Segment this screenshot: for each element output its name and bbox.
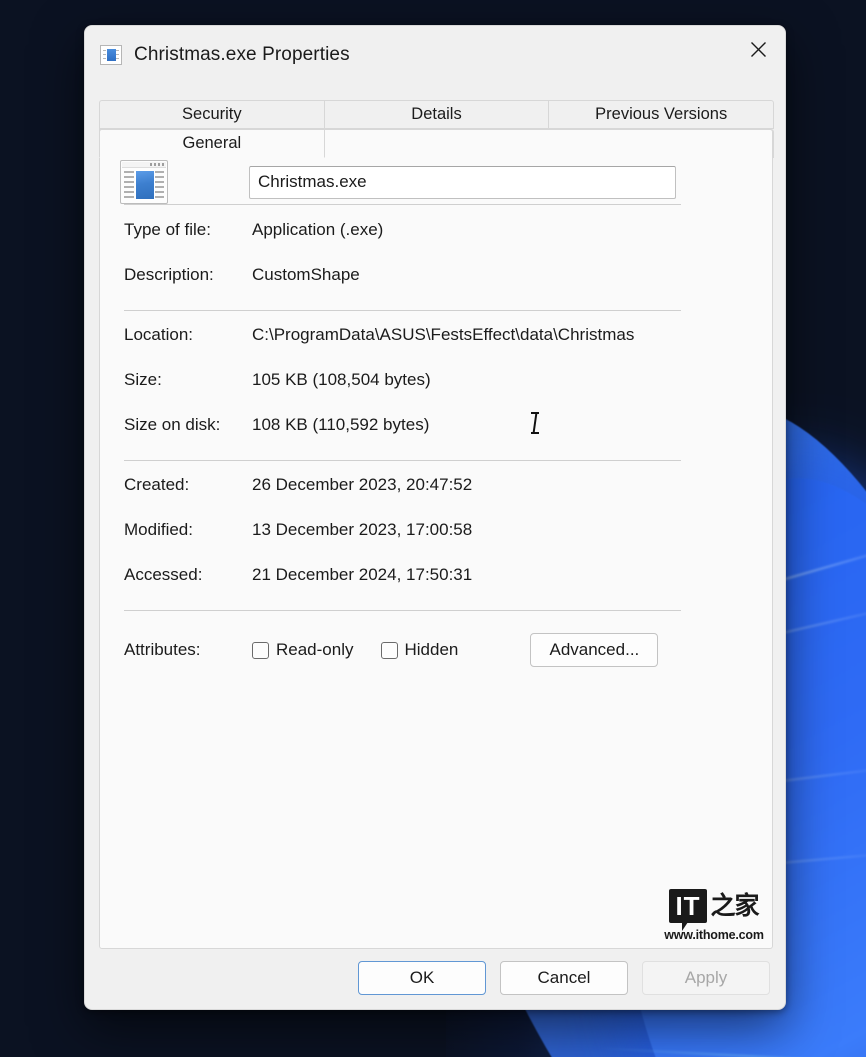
ok-button-label: OK <box>410 968 435 988</box>
row-value: 26 December 2023, 20:47:52 <box>252 475 472 495</box>
row-value: 13 December 2023, 17:00:58 <box>252 520 472 540</box>
row-label: Modified: <box>124 520 252 540</box>
file-type-group: Type of file: Application (.exe) Descrip… <box>100 205 772 310</box>
checkbox-box-icon <box>252 642 269 659</box>
watermark-logo: IT 之家 <box>662 889 766 923</box>
info-row-size: Size: 105 KB (108,504 bytes) <box>124 370 772 415</box>
row-label: Description: <box>124 265 252 285</box>
checkbox-box-icon <box>381 642 398 659</box>
window-title: Christmas.exe Properties <box>134 44 350 66</box>
info-row-description: Description: CustomShape <box>124 265 772 310</box>
ithome-watermark: IT 之家 www.ithome.com <box>662 889 766 942</box>
dialog-button-bar: OK Cancel Apply <box>85 947 785 1009</box>
exe-file-icon <box>120 160 168 204</box>
cancel-button[interactable]: Cancel <box>500 961 628 995</box>
title-bar[interactable]: Christmas.exe Properties <box>85 26 785 84</box>
apply-button-label: Apply <box>685 968 728 988</box>
properties-dialog: Christmas.exe Properties Security Detail… <box>84 25 786 1010</box>
apply-button: Apply <box>642 961 770 995</box>
file-name-input[interactable]: Christmas.exe <box>249 166 676 199</box>
info-row-type-of-file: Type of file: Application (.exe) <box>124 220 772 265</box>
file-dates-group: Created: 26 December 2023, 20:47:52 Modi… <box>100 461 772 610</box>
tab-label: Details <box>411 105 461 124</box>
row-label: Location: <box>124 325 252 345</box>
attributes-label: Attributes: <box>124 640 252 660</box>
row-value: C:\ProgramData\ASUS\FestsEffect\data\Chr… <box>252 325 634 345</box>
row-value: CustomShape <box>252 265 360 285</box>
checkbox-hidden[interactable]: Hidden <box>381 640 459 660</box>
row-label: Created: <box>124 475 252 495</box>
row-value: 105 KB (108,504 bytes) <box>252 370 431 390</box>
tab-label: Security <box>182 105 242 124</box>
watermark-it-mark: IT <box>669 889 706 923</box>
attributes-row: Attributes: Read-only Hidden Advanced... <box>100 611 772 667</box>
row-value: 21 December 2024, 17:50:31 <box>252 565 472 585</box>
row-label: Size on disk: <box>124 415 252 435</box>
advanced-button-label: Advanced... <box>549 640 639 660</box>
tab-general[interactable]: General <box>99 129 325 158</box>
watermark-url: www.ithome.com <box>662 928 766 942</box>
file-location-group: Location: C:\ProgramData\ASUS\FestsEffec… <box>100 311 772 460</box>
row-label: Size: <box>124 370 252 390</box>
tab-security[interactable]: Security <box>99 100 325 129</box>
watermark-cn-mark: 之家 <box>711 891 759 921</box>
checkbox-label: Hidden <box>405 640 459 660</box>
row-value: 108 KB (110,592 bytes) <box>252 415 429 435</box>
info-row-location: Location: C:\ProgramData\ASUS\FestsEffec… <box>124 325 772 370</box>
info-row-modified: Modified: 13 December 2023, 17:00:58 <box>124 520 772 565</box>
advanced-button[interactable]: Advanced... <box>530 633 658 667</box>
tab-previous-versions[interactable]: Previous Versions <box>548 100 774 129</box>
info-row-accessed: Accessed: 21 December 2024, 17:50:31 <box>124 565 772 610</box>
file-name-value: Christmas.exe <box>258 172 367 192</box>
checkbox-label: Read-only <box>276 640 354 660</box>
checkbox-read-only[interactable]: Read-only <box>252 640 354 660</box>
info-row-size-on-disk: Size on disk: 108 KB (110,592 bytes) <box>124 415 772 460</box>
close-icon[interactable] <box>731 26 785 72</box>
tab-details[interactable]: Details <box>324 100 550 129</box>
row-value: Application (.exe) <box>252 220 383 240</box>
ok-button[interactable]: OK <box>358 961 486 995</box>
tab-row-top: Security Details Previous Versions <box>99 100 773 129</box>
info-row-created: Created: 26 December 2023, 20:47:52 <box>124 475 772 520</box>
row-label: Accessed: <box>124 565 252 585</box>
application-window-icon <box>100 45 122 65</box>
general-tab-panel: Christmas.exe Type of file: Application … <box>99 129 773 949</box>
row-label: Type of file: <box>124 220 252 240</box>
cancel-button-label: Cancel <box>538 968 591 988</box>
tab-label: General <box>182 134 241 153</box>
tab-label: Previous Versions <box>595 105 727 124</box>
